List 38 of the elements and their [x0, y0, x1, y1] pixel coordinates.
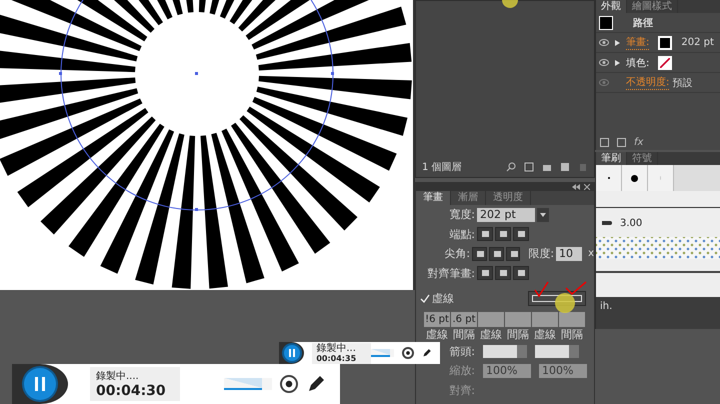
- field-label: 尖角:: [443, 246, 470, 262]
- dash-field[interactable]: !6 pt: [424, 312, 450, 326]
- checkbox-label: 虛線: [432, 291, 454, 306]
- attribute-value: 202 pt: [681, 37, 714, 48]
- scale-field[interactable]: 100%: [539, 364, 587, 378]
- field-label: 寬度:: [448, 207, 475, 222]
- dash-field[interactable]: .6 pt: [451, 312, 477, 326]
- panel-text: ih.: [600, 301, 612, 312]
- field-label: 對齊筆畫:: [426, 266, 475, 281]
- attribute-link[interactable]: 不透明度:: [626, 75, 670, 90]
- attribute-value: 預設: [672, 76, 692, 90]
- status-label: 錄製中....: [96, 370, 140, 383]
- scale-field[interactable]: 100%: [483, 364, 531, 378]
- field-label: 虛線: [534, 326, 556, 342]
- field-label: 虛線: [480, 326, 502, 342]
- object-title: 路徑: [633, 16, 653, 30]
- field-label: 箭頭:: [449, 344, 475, 359]
- brush-size: 3.00: [620, 218, 642, 228]
- field-label: 虛線: [426, 326, 448, 342]
- field-label: 限度:: [528, 246, 554, 262]
- panel-tab[interactable]: 筆畫: [416, 191, 451, 205]
- field-label: 間隔: [507, 326, 529, 342]
- timer: 00:04:35: [316, 354, 358, 362]
- effects-menu[interactable]: fx: [634, 136, 644, 148]
- timer: 00:04:30: [96, 383, 167, 399]
- panel-tab[interactable]: 筆刷: [596, 152, 627, 165]
- field-label: 間隔: [453, 326, 475, 342]
- weight-field[interactable]: 202 pt: [477, 208, 535, 222]
- field-label: 間隔: [561, 326, 583, 342]
- layer-count: 1 個圖層: [422, 161, 462, 174]
- field-label: 對齊:: [448, 382, 475, 398]
- panel-tab[interactable]: 外觀: [596, 0, 627, 13]
- limit-field[interactable]: 10: [556, 246, 582, 261]
- attribute-link[interactable]: 筆畫:: [626, 35, 650, 50]
- status-label: 錄製中...: [316, 344, 357, 354]
- field-label: 縮放:: [448, 363, 475, 378]
- unit-label: x: [588, 248, 594, 260]
- field-label: 端點:: [448, 226, 475, 242]
